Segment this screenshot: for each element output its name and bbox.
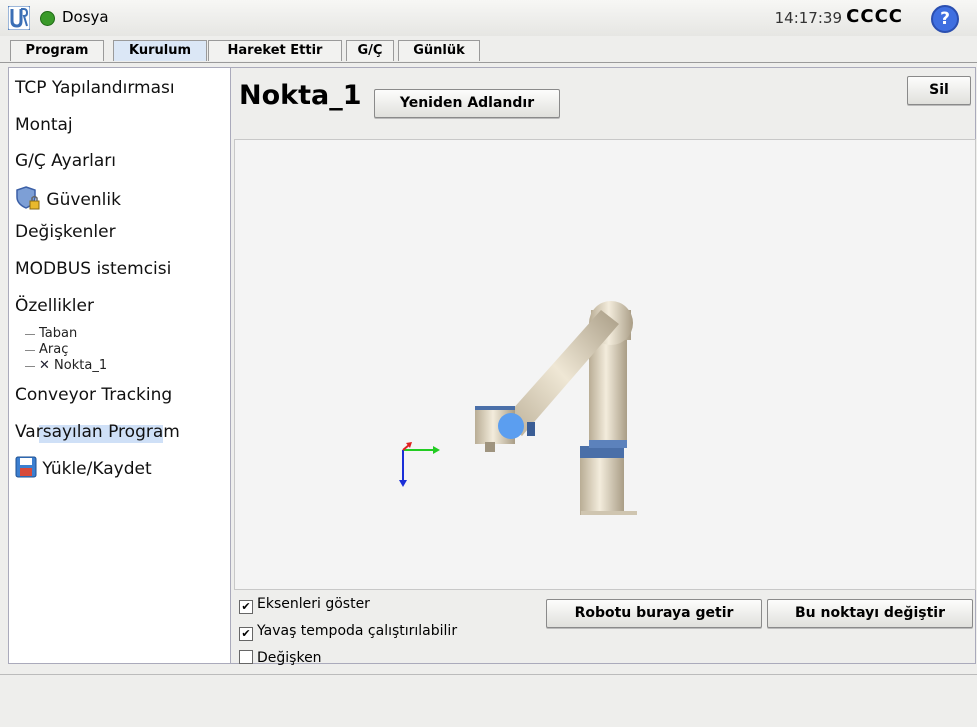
sidebar-item-load-save-label: Yükle/Kaydet [42, 459, 152, 479]
tree-branch [25, 366, 35, 367]
sidebar-item-mounting[interactable]: Montaj [15, 115, 73, 135]
universal-robots-logo [8, 6, 30, 30]
variable-checkbox[interactable]: Değişken [239, 650, 322, 666]
tab-log[interactable]: Günlük [398, 40, 480, 61]
rename-button[interactable]: Yeniden Adlandır [374, 89, 560, 118]
sidebar-item-load-save[interactable]: Yükle/Kaydet [15, 456, 152, 479]
checkbox-checked-icon: ✔ [239, 627, 253, 641]
status-indicator-icon[interactable] [40, 11, 55, 26]
installation-sidebar: TCP Yapılandırması Montaj G/Ç Ayarları G… [8, 67, 232, 664]
tab-move[interactable]: Hareket Ettir [208, 40, 342, 61]
file-menu[interactable]: Dosya [62, 8, 109, 26]
tree-item-tool-label: Araç [39, 342, 69, 357]
tree-item-base[interactable]: Taban [25, 326, 77, 341]
safety-shield-icon [16, 186, 40, 210]
sidebar-item-variables[interactable]: Değişkenler [15, 222, 116, 242]
change-point-button[interactable]: Bu noktayı değiştir [767, 599, 973, 628]
robot-3d-view[interactable] [234, 139, 976, 590]
show-axes-checkbox[interactable]: ✔ Eksenleri göster [239, 596, 370, 614]
help-icon[interactable]: ? [931, 5, 959, 33]
tab-divider [0, 62, 977, 63]
feature-panel: Nokta_1 Yeniden Adlandır Sil ✔ Eksenleri… [230, 67, 976, 666]
robot-arm-render [399, 301, 637, 515]
delete-button[interactable]: Sil [907, 76, 971, 105]
sidebar-item-tcp[interactable]: TCP Yapılandırması [15, 78, 175, 98]
sidebar-item-modbus[interactable]: MODBUS istemcisi [15, 259, 171, 279]
tree-branch [25, 350, 35, 351]
clock: 14:17:39 [774, 9, 842, 27]
point-x-icon: ✕ [39, 358, 50, 373]
show-axes-label: Eksenleri göster [257, 596, 370, 612]
tab-program[interactable]: Program [10, 40, 104, 61]
sidebar-item-features[interactable]: Özellikler [15, 296, 94, 316]
checkbox-checked-icon: ✔ [239, 600, 253, 614]
tree-branch [25, 334, 35, 335]
tab-io[interactable]: G/Ç [346, 40, 394, 61]
move-robot-here-button[interactable]: Robotu buraya getir [546, 599, 762, 628]
variable-label: Değişken [257, 650, 322, 666]
joggable-label: Yavaş tempoda çalıştırılabilir [257, 623, 458, 639]
sidebar-item-safety-label: Güvenlik [46, 190, 121, 210]
tree-item-tool[interactable]: Araç [25, 342, 68, 357]
checkbox-unchecked-icon [239, 650, 253, 664]
page-title: Nokta_1 [239, 80, 362, 111]
tab-installation[interactable]: Kurulum [113, 40, 207, 61]
sidebar-item-safety[interactable]: Güvenlik [15, 185, 121, 211]
floppy-disk-icon [15, 456, 37, 478]
sidebar-item-conveyor[interactable]: Conveyor Tracking [15, 385, 172, 405]
coordinate-frame-icon [399, 442, 440, 487]
robot-name: CCCC [846, 6, 903, 27]
tree-item-point-label: Nokta_1 [54, 358, 108, 373]
tree-item-base-label: Taban [39, 326, 78, 341]
sidebar-item-io-setup[interactable]: G/Ç Ayarları [15, 151, 116, 171]
footer-divider [0, 674, 977, 675]
joggable-checkbox[interactable]: ✔ Yavaş tempoda çalıştırılabilir [239, 623, 457, 641]
tree-item-point[interactable]: ✕ Nokta_1 [25, 358, 107, 373]
title-bar: Dosya 14:17:39 CCCC ? [0, 0, 977, 36]
robot-base [580, 338, 637, 515]
sidebar-item-default-program[interactable]: Varsayılan Program [15, 422, 180, 442]
